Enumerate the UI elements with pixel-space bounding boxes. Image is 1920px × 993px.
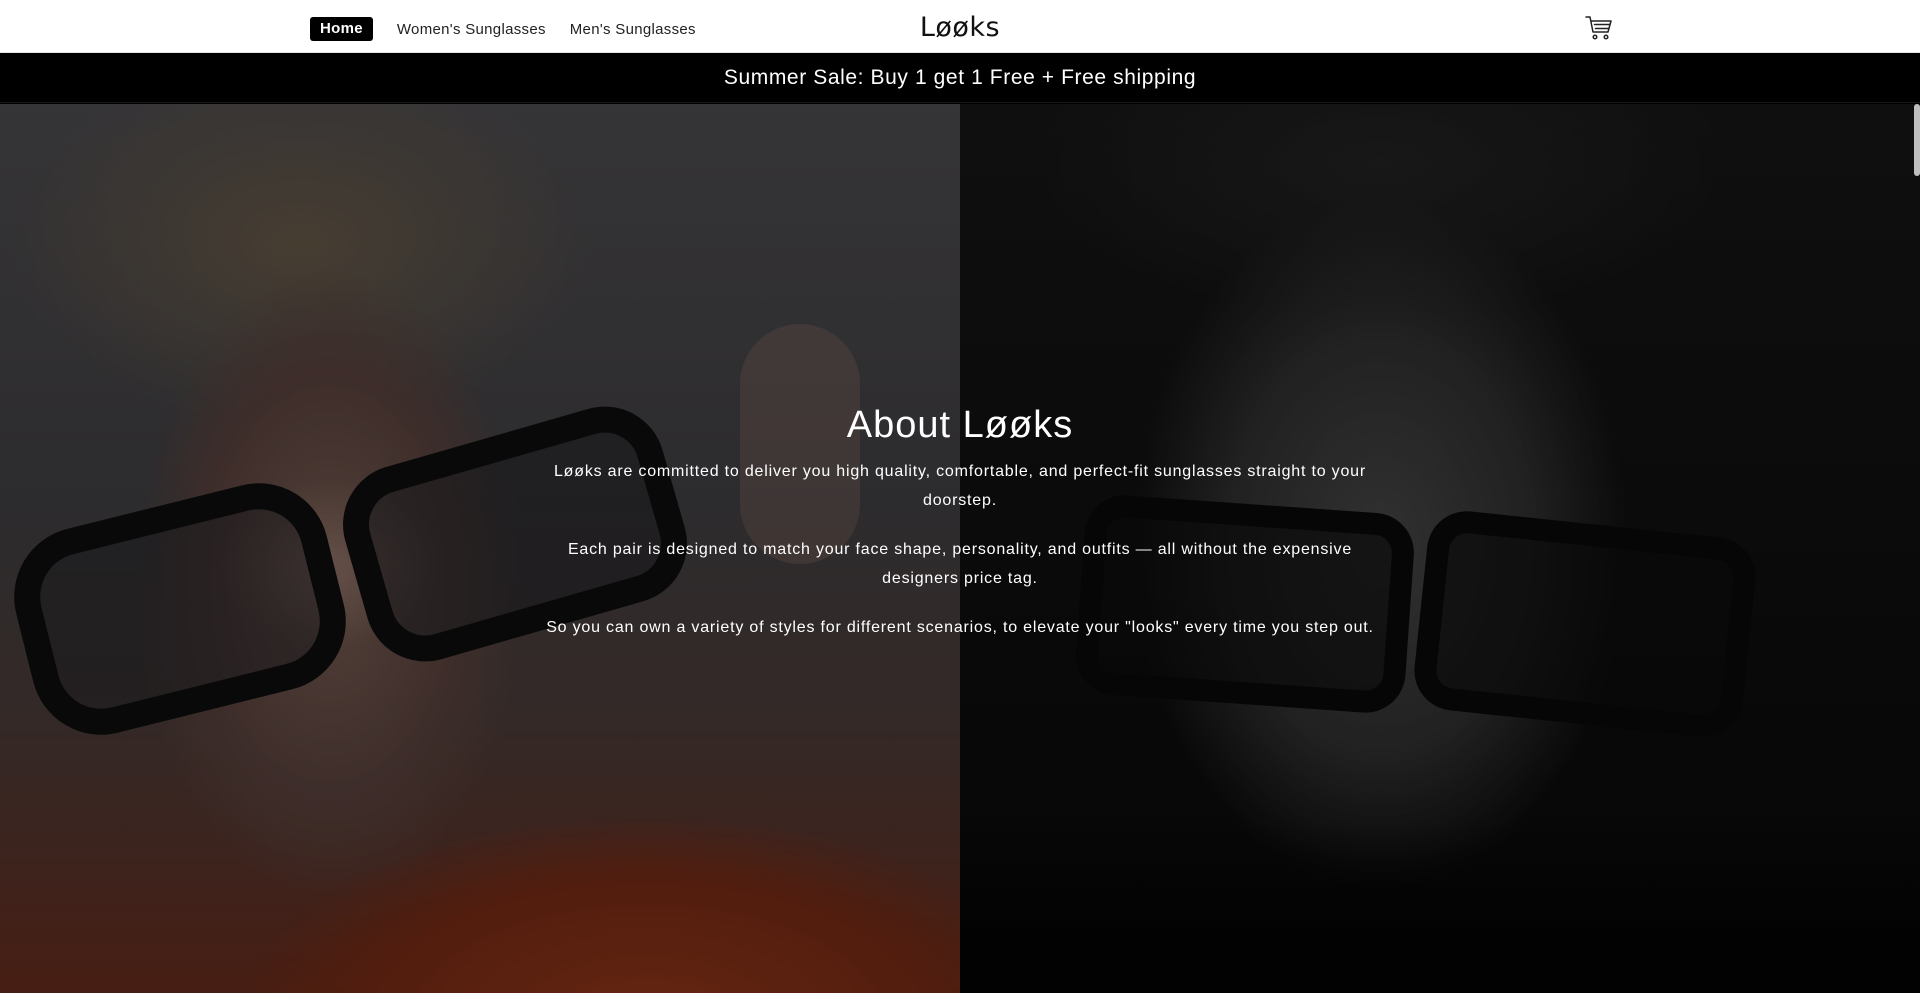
- about-paragraph-2: Each pair is designed to match your face…: [567, 541, 1353, 587]
- scrollbar-thumb[interactable]: [1914, 104, 1920, 176]
- nav-home[interactable]: Home: [310, 17, 373, 41]
- about-title: About Løøks: [846, 404, 1074, 446]
- logo-container: Løøks: [0, 12, 1920, 43]
- page: Home Women's Sunglasses Men's Sunglasses…: [0, 0, 1920, 993]
- cart-icon[interactable]: [1585, 15, 1613, 41]
- about-block: About Løøks Løøks are committed to deliv…: [540, 404, 1380, 662]
- about-paragraph-3: So you can own a variety of styles for d…: [546, 619, 1374, 636]
- about-paragraph-1: Løøks are committed to deliver you high …: [553, 463, 1367, 509]
- nav-mens-sunglasses[interactable]: Men's Sunglasses: [570, 21, 696, 38]
- site-logo[interactable]: Løøks: [920, 12, 1000, 43]
- site-header: Home Women's Sunglasses Men's Sunglasses…: [0, 0, 1920, 53]
- main-nav: Home Women's Sunglasses Men's Sunglasses: [310, 17, 720, 41]
- nav-womens-sunglasses[interactable]: Women's Sunglasses: [397, 21, 546, 38]
- announcement-text: Summer Sale: Buy 1 get 1 Free + Free shi…: [723, 66, 1197, 89]
- announcement-bar: Summer Sale: Buy 1 get 1 Free + Free shi…: [0, 53, 1920, 103]
